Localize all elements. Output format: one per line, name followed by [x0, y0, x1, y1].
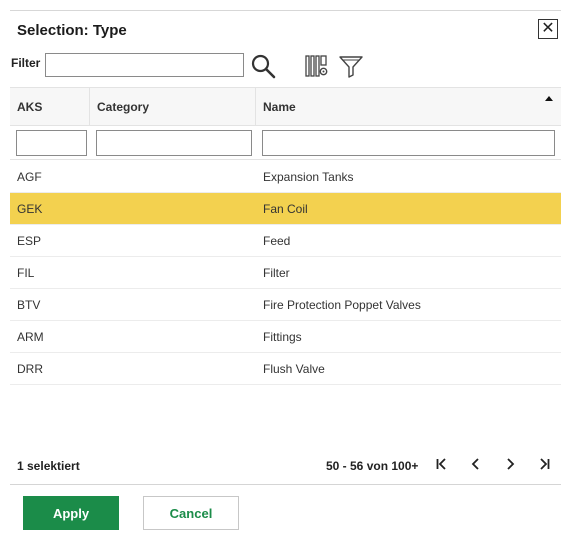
search-icon[interactable] — [250, 53, 276, 79]
dialog-title: Selection: Type — [17, 22, 127, 39]
column-header-name[interactable]: Name — [256, 88, 561, 125]
aks-cell: AGF — [17, 169, 42, 184]
last-page-icon — [540, 458, 550, 470]
paging-info: 50 - 56 von 100+ — [326, 459, 419, 473]
aks-filter-input[interactable] — [16, 130, 87, 156]
next-page-button[interactable] — [499, 453, 521, 475]
filter-funnel-icon[interactable] — [338, 53, 364, 79]
name-filter-input[interactable] — [262, 130, 555, 156]
close-button[interactable]: ✕ — [538, 19, 558, 39]
chevron-left-icon — [471, 458, 479, 470]
grid-body: AGF Expansion Tanks GEK Fan Coil ESP Feed FIL F… — [10, 161, 561, 385]
close-icon: ✕ — [541, 20, 555, 37]
name-cell: Fire Protection Poppet Valves — [263, 297, 421, 312]
aks-cell: ARM — [17, 329, 44, 344]
filter-input[interactable] — [45, 53, 244, 77]
footer-divider — [10, 484, 561, 485]
aks-cell: BTV — [17, 297, 41, 312]
table-row[interactable]: BTV Fire Protection Poppet Valves — [10, 289, 561, 321]
previous-page-button[interactable] — [465, 453, 487, 475]
table-row[interactable]: ARM Fittings — [10, 321, 561, 353]
filter-label: Filter — [11, 56, 41, 70]
aks-cell: GEK — [17, 201, 43, 216]
first-page-button[interactable] — [431, 453, 453, 475]
table-row[interactable]: FIL Filter — [10, 257, 561, 289]
selected-count: 1 selektiert — [17, 459, 80, 473]
name-cell: Filter — [263, 265, 290, 280]
column-header-label: Category — [97, 99, 150, 114]
table-row[interactable]: ESP Feed — [10, 225, 561, 257]
table-row[interactable]: DRR Flush Valve — [10, 353, 561, 385]
apply-button[interactable]: Apply — [23, 496, 119, 530]
name-cell: Fan Coil — [263, 201, 308, 216]
column-header-aks[interactable]: AKS — [10, 88, 90, 125]
column-header-label: Name — [263, 99, 296, 114]
category-filter-input[interactable] — [96, 130, 252, 156]
name-cell: Expansion Tanks — [263, 169, 354, 184]
column-filter-row — [10, 125, 561, 160]
grid-header: AKS Category Name — [10, 87, 561, 126]
column-header-category[interactable]: Category — [90, 88, 256, 125]
sort-ascending-icon — [545, 96, 553, 101]
name-cell: Fittings — [263, 329, 302, 344]
chevron-right-icon — [507, 458, 515, 470]
table-row[interactable]: AGF Expansion Tanks — [10, 161, 561, 193]
aks-cell: ESP — [17, 233, 42, 248]
column-header-label: AKS — [17, 99, 43, 114]
name-cell: Feed — [263, 233, 291, 248]
first-page-icon — [436, 458, 446, 470]
selection-dialog: Selection: Type ✕ Filter AKS Category Na… — [10, 10, 561, 542]
cancel-button[interactable]: Cancel — [143, 496, 239, 530]
last-page-button[interactable] — [533, 453, 555, 475]
name-cell: Flush Valve — [263, 361, 325, 376]
table-row[interactable]: GEK Fan Coil — [10, 193, 561, 225]
aks-cell: FIL — [17, 265, 35, 280]
aks-cell: DRR — [17, 361, 43, 376]
columns-settings-icon[interactable] — [304, 53, 330, 79]
